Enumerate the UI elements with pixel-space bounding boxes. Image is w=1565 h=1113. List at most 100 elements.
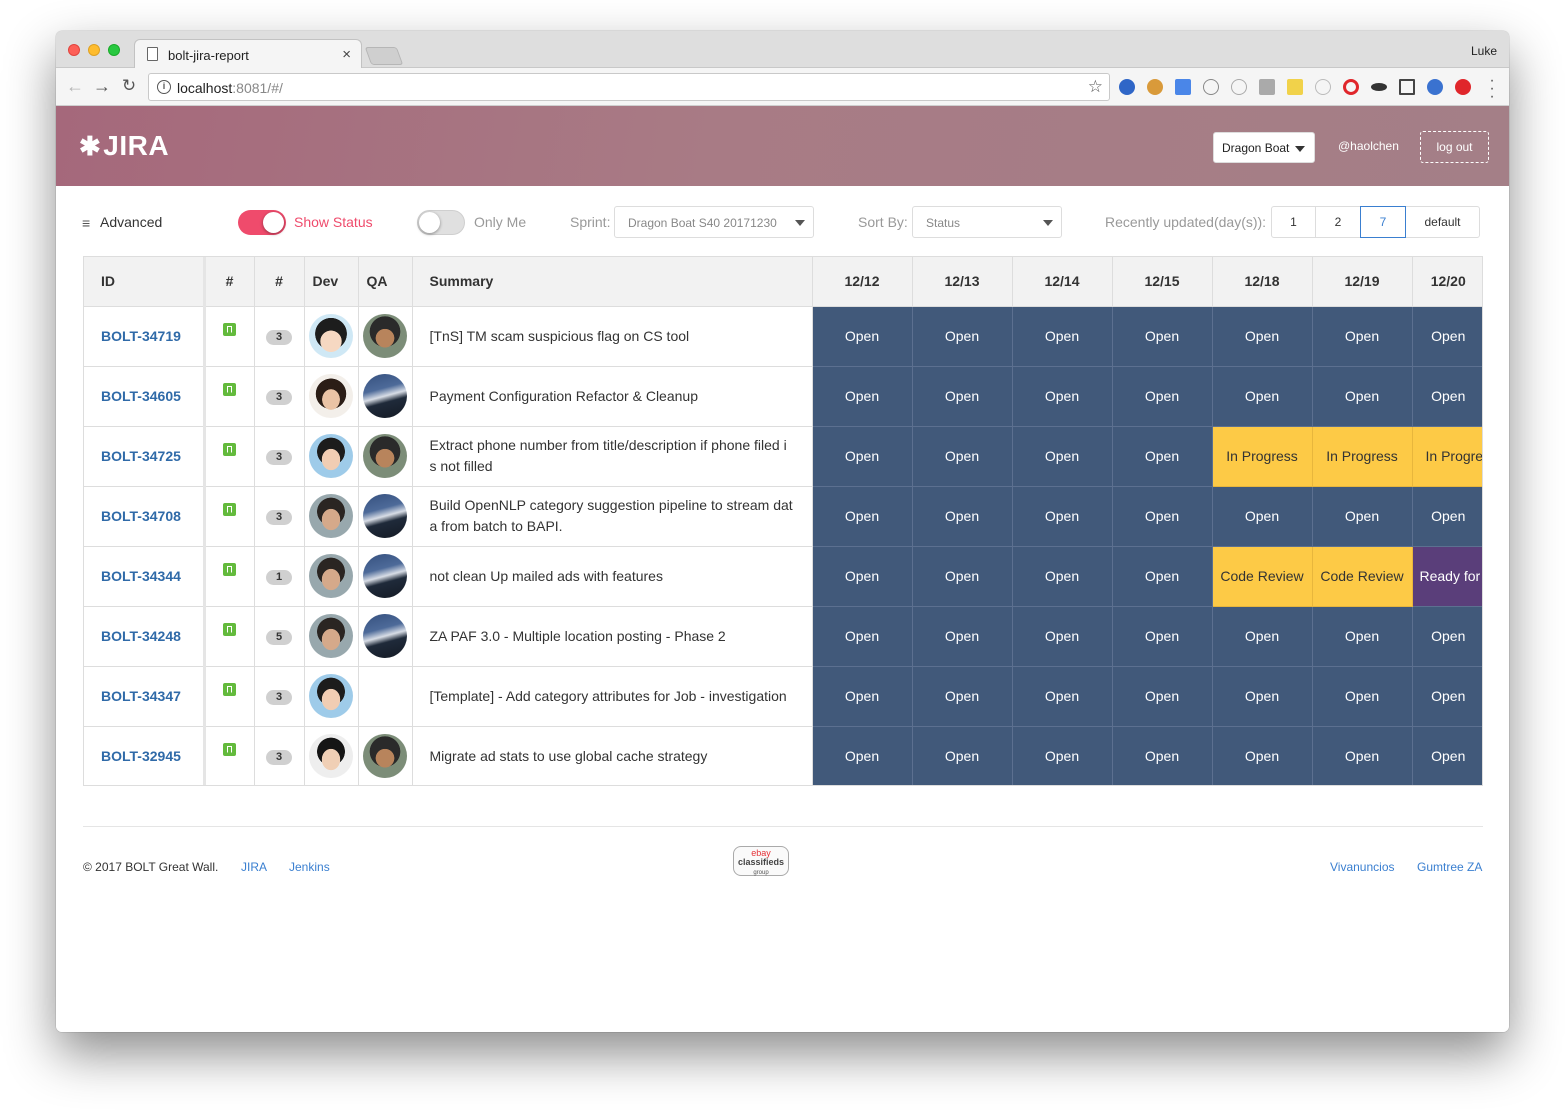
new-tab-button[interactable] bbox=[364, 47, 404, 65]
qa-avatar[interactable] bbox=[363, 554, 407, 598]
col-header-points[interactable]: # bbox=[254, 257, 305, 307]
issue-id-link[interactable]: BOLT-34248 bbox=[84, 606, 206, 667]
issue-id-link[interactable]: BOLT-34347 bbox=[84, 666, 206, 727]
earth-extension-icon[interactable] bbox=[1427, 79, 1443, 95]
info-icon[interactable]: i bbox=[157, 80, 171, 94]
qa-avatar[interactable] bbox=[363, 314, 407, 358]
close-window-button[interactable] bbox=[68, 44, 80, 56]
hamburger-icon[interactable]: ≡ bbox=[82, 215, 90, 231]
footer-link-vivanuncios[interactable]: Vivanuncios bbox=[1330, 860, 1395, 874]
advanced-toggle[interactable]: Advanced bbox=[100, 214, 162, 230]
show-status-label[interactable]: Show Status bbox=[294, 214, 373, 230]
dev-avatar[interactable] bbox=[309, 374, 353, 418]
qa-avatar[interactable] bbox=[363, 614, 407, 658]
table-row[interactable]: BOLT-34347 3 [Template] - Add category att… bbox=[84, 666, 1482, 727]
qa-avatar[interactable] bbox=[363, 434, 407, 478]
status-cell: Open bbox=[1012, 426, 1113, 487]
dev-avatar[interactable] bbox=[309, 734, 353, 778]
story-points-cell: 3 bbox=[254, 486, 305, 547]
glasses-extension-icon[interactable] bbox=[1371, 83, 1387, 91]
cookie-extension-icon[interactable] bbox=[1147, 79, 1163, 95]
opera-extension-icon[interactable] bbox=[1343, 79, 1359, 95]
sprint-select-value: Dragon Boat S40 20171230 bbox=[628, 216, 777, 230]
jira-logo[interactable]: ✱JIRA bbox=[79, 130, 169, 162]
only-me-switch[interactable] bbox=[417, 210, 465, 235]
issue-id-link[interactable]: BOLT-34725 bbox=[84, 426, 206, 487]
globe-extension-icon[interactable] bbox=[1119, 79, 1135, 95]
status-cell: Open bbox=[1312, 486, 1413, 547]
dev-avatar[interactable] bbox=[309, 314, 353, 358]
col-header-id[interactable]: ID bbox=[84, 257, 206, 307]
dev-avatar[interactable] bbox=[309, 614, 353, 658]
footer: © 2017 BOLT Great Wall. JIRA Jenkins eba… bbox=[83, 846, 1483, 890]
forward-icon[interactable]: → bbox=[92, 76, 112, 96]
table-row[interactable]: BOLT-34725 3 Extract phone number from tit… bbox=[84, 426, 1482, 487]
status-cell: Open bbox=[1412, 666, 1482, 727]
table-row[interactable]: BOLT-34344 1 not clean Up mailed ads with … bbox=[84, 546, 1482, 607]
dev-avatar[interactable] bbox=[309, 674, 353, 718]
ghost-extension-icon[interactable] bbox=[1315, 79, 1331, 95]
more-menu-icon[interactable]: · · · bbox=[1489, 73, 1495, 105]
table-row[interactable]: BOLT-34708 3 Build OpenNLP category sugges… bbox=[84, 486, 1482, 547]
footer-link-gumtree[interactable]: Gumtree ZA bbox=[1417, 860, 1482, 874]
table-row[interactable]: BOLT-34719 3 [TnS] TM scam suspicious flag… bbox=[84, 306, 1482, 367]
status-cell: Ready for bbox=[1412, 546, 1482, 607]
issue-summary: Build OpenNLP category suggestion pipeli… bbox=[412, 486, 813, 547]
issue-table-container[interactable]: ID # # Dev QA Summary 12/12 12/13 12/14 … bbox=[83, 256, 1483, 786]
table-row[interactable]: BOLT-32945 3 Migrate ad stats to use globa… bbox=[84, 726, 1482, 785]
qa-avatar[interactable] bbox=[363, 374, 407, 418]
zoom-window-button[interactable] bbox=[108, 44, 120, 56]
logout-button[interactable]: log out bbox=[1420, 131, 1489, 163]
col-header-dev[interactable]: Dev bbox=[304, 257, 359, 307]
issue-id-link[interactable]: BOLT-34719 bbox=[84, 306, 206, 367]
col-header-qa[interactable]: QA bbox=[358, 257, 413, 307]
dev-avatar[interactable] bbox=[309, 434, 353, 478]
story-points-cell: 3 bbox=[254, 306, 305, 367]
screenshot-extension-icon[interactable] bbox=[1399, 79, 1415, 95]
minimize-window-button[interactable] bbox=[88, 44, 100, 56]
vivaldi-extension-icon[interactable] bbox=[1455, 79, 1471, 95]
browser-tab[interactable]: bolt-jira-report × bbox=[134, 39, 362, 69]
sort-select[interactable]: Status bbox=[912, 206, 1062, 238]
note-extension-icon[interactable] bbox=[1287, 79, 1303, 95]
issue-summary: not clean Up mailed ads with features bbox=[412, 546, 813, 607]
bookmark-star-icon[interactable]: ☆ bbox=[1088, 77, 1103, 97]
col-header-summary[interactable]: Summary bbox=[412, 257, 813, 307]
show-status-switch[interactable] bbox=[238, 210, 286, 235]
address-bar[interactable]: i localhost:8081/#/ ☆ bbox=[148, 73, 1110, 101]
table-row[interactable]: BOLT-34248 5 ZA PAF 3.0 - Multiple locatio… bbox=[84, 606, 1482, 667]
dev-avatar[interactable] bbox=[309, 494, 353, 538]
dev-avatar[interactable] bbox=[309, 554, 353, 598]
back-icon[interactable]: ← bbox=[65, 76, 85, 96]
days-option-1[interactable]: 1 bbox=[1271, 206, 1316, 238]
issue-id-link[interactable]: BOLT-32945 bbox=[84, 726, 206, 785]
days-option-2[interactable]: 2 bbox=[1315, 206, 1361, 238]
clock-extension-icon[interactable] bbox=[1203, 79, 1219, 95]
qa-avatar[interactable] bbox=[363, 734, 407, 778]
days-option-7[interactable]: 7 bbox=[1360, 206, 1406, 238]
issue-id-link[interactable]: BOLT-34344 bbox=[84, 546, 206, 607]
sprint-select[interactable]: Dragon Boat S40 20171230 bbox=[614, 206, 814, 238]
translate-extension-icon[interactable] bbox=[1175, 79, 1191, 95]
status-cell: Open bbox=[812, 366, 913, 427]
team-select[interactable]: Dragon Boat bbox=[1213, 132, 1315, 163]
story-points-cell: 5 bbox=[254, 606, 305, 667]
user-handle[interactable]: @haolchen bbox=[1338, 139, 1399, 153]
issue-id-link[interactable]: BOLT-34708 bbox=[84, 486, 206, 547]
col-header-type[interactable]: # bbox=[204, 257, 255, 307]
days-option-default[interactable]: default bbox=[1405, 206, 1480, 238]
footer-link-jenkins[interactable]: Jenkins bbox=[289, 860, 330, 874]
status-cell: Open bbox=[812, 306, 913, 367]
qa-avatar[interactable] bbox=[363, 494, 407, 538]
close-tab-icon[interactable]: × bbox=[342, 46, 351, 63]
table-row[interactable]: BOLT-34605 3 Payment Configuration Refacto… bbox=[84, 366, 1482, 427]
moon-extension-icon[interactable] bbox=[1231, 79, 1247, 95]
only-me-label[interactable]: Only Me bbox=[474, 214, 526, 230]
dev-cell bbox=[304, 606, 359, 667]
profile-name[interactable]: Luke bbox=[1471, 44, 1497, 58]
footer-link-jira[interactable]: JIRA bbox=[241, 860, 267, 874]
reload-icon[interactable]: ↻ bbox=[119, 76, 139, 96]
url-text[interactable]: localhost:8081/#/ bbox=[177, 80, 283, 96]
pocket-extension-icon[interactable] bbox=[1259, 79, 1275, 95]
issue-id-link[interactable]: BOLT-34605 bbox=[84, 366, 206, 427]
